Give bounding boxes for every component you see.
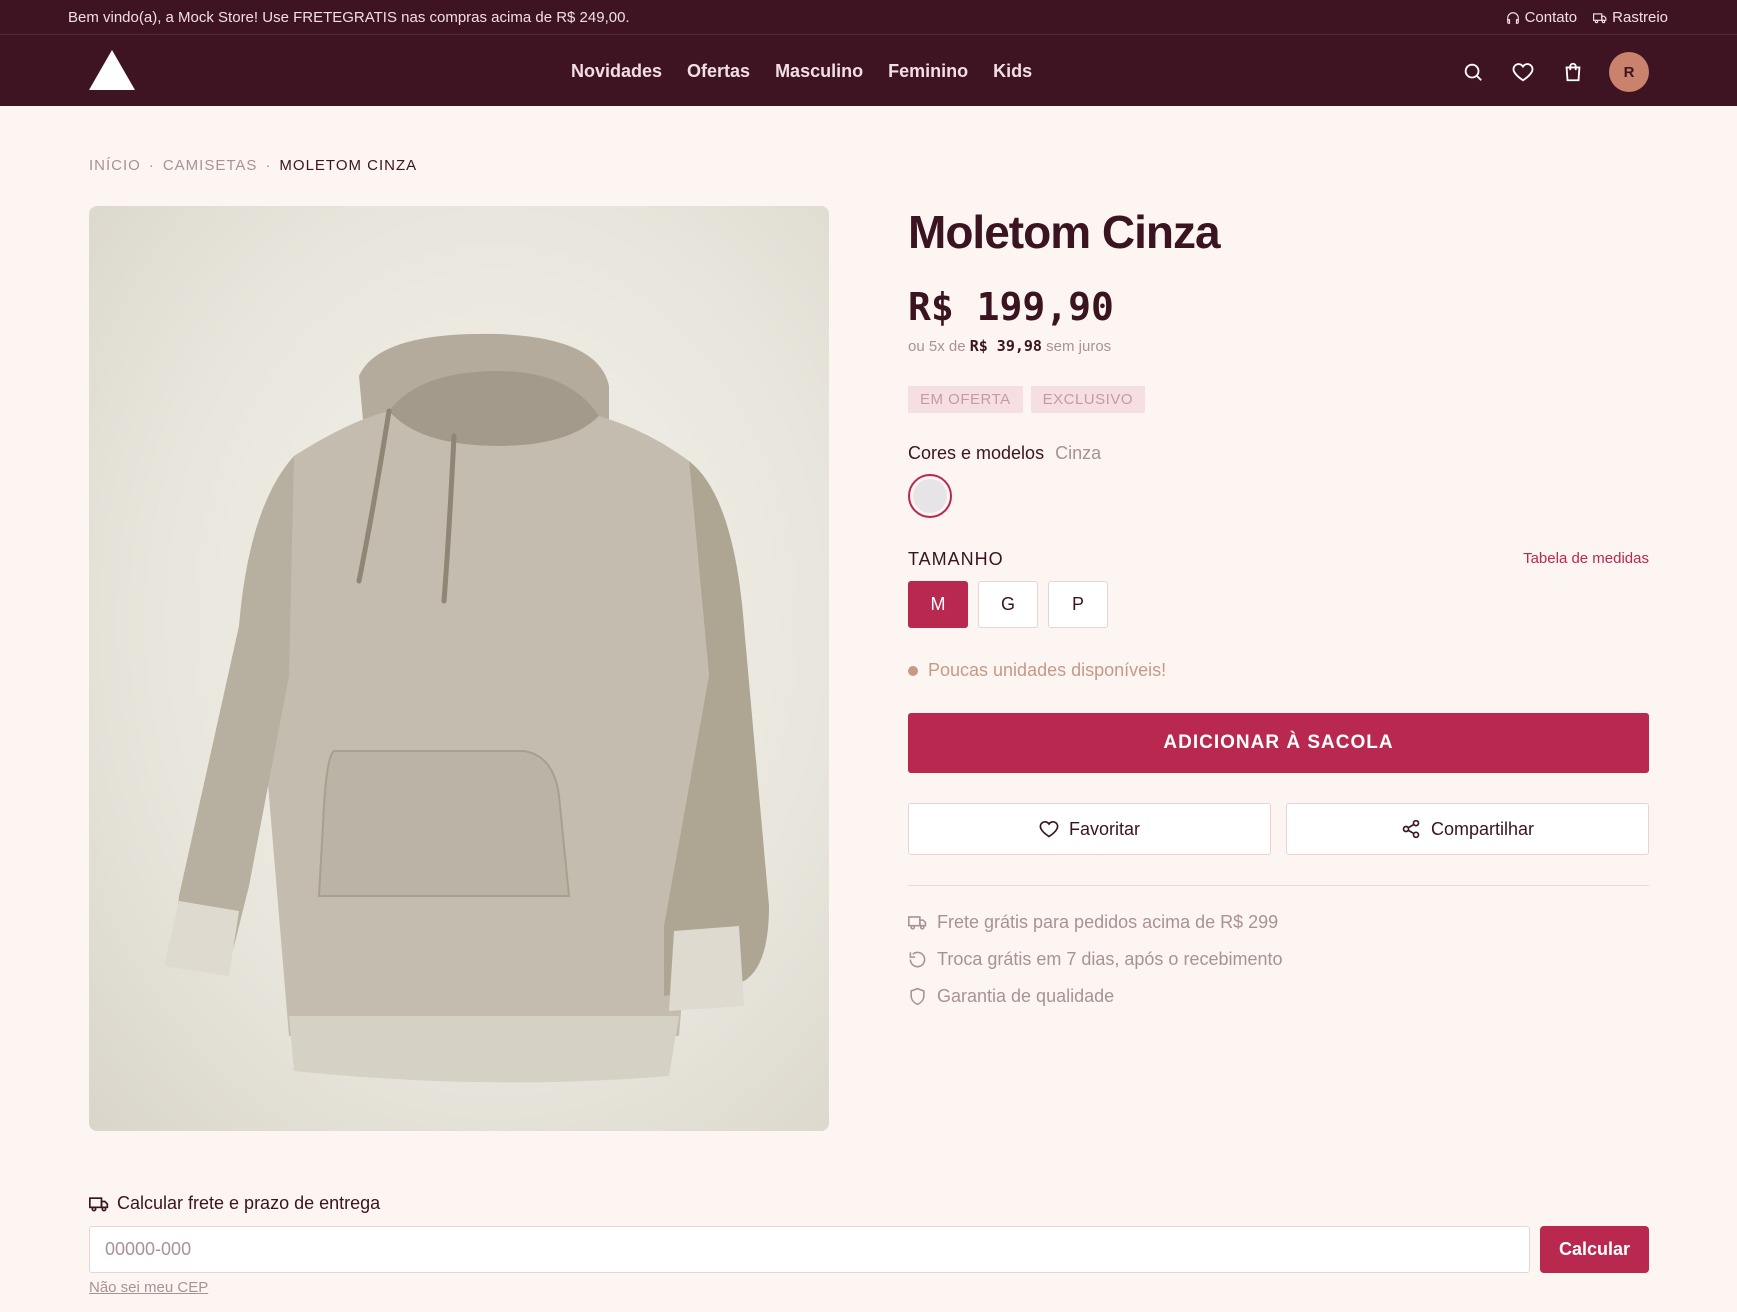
breadcrumb: INÍCIO · CAMISETAS · MOLETOM CINZA bbox=[89, 157, 417, 174]
size-selector: M G P bbox=[908, 581, 1108, 628]
perk-free-shipping: Frete grátis para pedidos acima de R$ 29… bbox=[908, 912, 1283, 933]
tracking-link[interactable]: Rastreio bbox=[1593, 9, 1668, 26]
wishlist-button[interactable] bbox=[1509, 58, 1537, 86]
share-label: Compartilhar bbox=[1430, 818, 1535, 839]
nav-masculino[interactable]: Masculino bbox=[775, 61, 863, 82]
colors-title: Cores e modelos bbox=[908, 443, 1045, 463]
add-to-cart-button[interactable]: ADICIONAR À SACOLA bbox=[908, 713, 1649, 773]
tracking-label: Rastreio bbox=[1612, 9, 1668, 26]
main-nav: Novidades Ofertas Masculino Feminino Kid… bbox=[571, 61, 1032, 82]
nav-novidades[interactable]: Novidades bbox=[571, 61, 662, 82]
shipping-title-label: Calcular frete e prazo de entrega bbox=[117, 1193, 381, 1213]
product-price: R$ 199,90 bbox=[908, 285, 1114, 329]
breadcrumb-separator: · bbox=[148, 157, 155, 174]
rotate-icon bbox=[909, 951, 926, 968]
shipping-calculator-title: Calcular frete e prazo de entrega bbox=[89, 1193, 380, 1214]
installments-info: ou 5x de R$ 39,98 sem juros bbox=[908, 337, 1111, 355]
breadcrumb-home[interactable]: INÍCIO bbox=[89, 157, 141, 174]
cart-button[interactable] bbox=[1559, 58, 1587, 86]
nav-ofertas[interactable]: Ofertas bbox=[687, 61, 750, 82]
selected-color-name: Cinza bbox=[1055, 443, 1102, 463]
search-button[interactable] bbox=[1459, 58, 1487, 86]
divider bbox=[908, 885, 1649, 886]
breadcrumb-current: MOLETOM CINZA bbox=[279, 157, 418, 174]
headset-icon bbox=[1506, 11, 1519, 24]
avatar[interactable]: R bbox=[1609, 52, 1649, 92]
no-cep-link[interactable]: Não sei meu CEP bbox=[89, 1279, 208, 1296]
share-icon bbox=[1402, 819, 1420, 839]
perk-label: Frete grátis para pedidos acima de R$ 29… bbox=[937, 912, 1279, 932]
stock-dot-icon bbox=[908, 665, 918, 676]
breadcrumb-category[interactable]: CAMISETAS bbox=[163, 157, 258, 174]
badge-exclusivo: EXCLUSIVO bbox=[1030, 386, 1145, 413]
nav-kids[interactable]: Kids bbox=[993, 61, 1032, 82]
installment-value: R$ 39,98 bbox=[969, 337, 1042, 355]
perk-label: Garantia de qualidade bbox=[937, 986, 1115, 1006]
breadcrumb-separator: · bbox=[265, 157, 272, 174]
installments-suffix: sem juros bbox=[1046, 338, 1112, 355]
shield-icon bbox=[910, 987, 925, 1006]
size-option-p[interactable]: P bbox=[1048, 581, 1108, 628]
favorite-label: Favoritar bbox=[1068, 818, 1140, 839]
heart-icon bbox=[1039, 820, 1059, 838]
swatch-fill bbox=[913, 479, 947, 513]
topbar-links: Contato Rastreio bbox=[1506, 9, 1668, 26]
calculate-shipping-button[interactable]: Calcular bbox=[1540, 1226, 1649, 1273]
colors-label: Cores e modelos Cinza bbox=[908, 443, 1101, 464]
share-button[interactable]: Compartilhar bbox=[1286, 803, 1649, 855]
heart-icon bbox=[1512, 63, 1534, 82]
cep-input[interactable] bbox=[89, 1226, 1530, 1273]
truck-icon bbox=[89, 1196, 109, 1211]
contact-label: Contato bbox=[1524, 9, 1578, 26]
shopping-bag-icon bbox=[1565, 62, 1581, 82]
size-option-g[interactable]: G bbox=[978, 581, 1038, 628]
header-actions: R bbox=[1459, 52, 1649, 92]
perk-label: Troca grátis em 7 dias, após o recebimen… bbox=[937, 949, 1283, 969]
color-swatch-cinza[interactable] bbox=[908, 474, 952, 518]
announcement-bar: Bem vindo(a), a Mock Store! Use FRETEGRA… bbox=[0, 0, 1737, 35]
favorite-button[interactable]: Favoritar bbox=[908, 803, 1271, 855]
nav-feminino[interactable]: Feminino bbox=[888, 61, 968, 82]
announcement-message: Bem vindo(a), a Mock Store! Use FRETEGRA… bbox=[68, 9, 630, 26]
product-title: Moletom Cinza bbox=[908, 206, 1221, 258]
truck-icon bbox=[1593, 12, 1607, 23]
hoodie-illustration bbox=[164, 333, 769, 1083]
stock-status: Poucas unidades disponíveis! bbox=[908, 660, 1166, 681]
size-option-m[interactable]: M bbox=[908, 581, 968, 628]
product-image bbox=[89, 206, 829, 1131]
product-badges: EM OFERTA EXCLUSIVO bbox=[908, 386, 1145, 413]
size-table-link[interactable]: Tabela de medidas bbox=[1523, 550, 1649, 567]
main-header: Novidades Ofertas Masculino Feminino Kid… bbox=[0, 35, 1737, 106]
installments-prefix: ou 5x de bbox=[908, 338, 966, 355]
logo-icon[interactable] bbox=[89, 50, 135, 90]
product-perks: Frete grátis para pedidos acima de R$ 29… bbox=[908, 912, 1283, 1007]
perk-quality: Garantia de qualidade bbox=[908, 986, 1283, 1007]
stock-message: Poucas unidades disponíveis! bbox=[928, 660, 1167, 680]
search-icon bbox=[1464, 63, 1482, 81]
perk-free-exchange: Troca grátis em 7 dias, após o recebimen… bbox=[908, 949, 1283, 970]
contact-link[interactable]: Contato bbox=[1506, 9, 1578, 26]
truck-icon bbox=[908, 916, 927, 930]
size-label: TAMANHO bbox=[908, 549, 1004, 569]
badge-em-oferta: EM OFERTA bbox=[908, 386, 1023, 413]
